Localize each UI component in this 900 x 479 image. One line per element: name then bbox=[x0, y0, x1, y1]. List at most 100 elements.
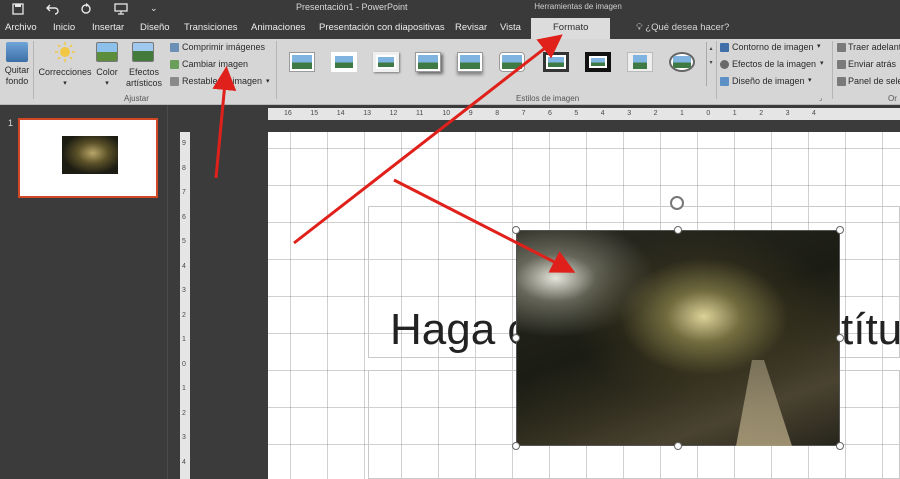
ruler-tick-label: 2 bbox=[653, 110, 658, 117]
separator bbox=[276, 41, 277, 99]
compress-pictures-icon[interactable] bbox=[170, 43, 179, 52]
remove-background-label-2[interactable]: fondo bbox=[4, 76, 30, 86]
selection-pane-button[interactable]: Panel de sele bbox=[848, 76, 900, 86]
title-placeholder-text: Haga c bbox=[390, 305, 530, 354]
thumbnail-image bbox=[62, 136, 118, 174]
title-bar: ⌄ Presentación1 - PowerPoint Herramienta… bbox=[0, 0, 900, 18]
picture-style-thumb[interactable] bbox=[457, 52, 483, 72]
color-button[interactable]: Color bbox=[92, 67, 122, 77]
remove-background-label-1[interactable]: Quitar bbox=[4, 65, 30, 75]
picture-style-thumb[interactable] bbox=[499, 52, 525, 72]
dialog-launcher-icon[interactable]: ⌟ bbox=[819, 94, 822, 102]
corrections-dropdown-icon[interactable]: ▾ bbox=[60, 79, 70, 87]
resize-handle[interactable] bbox=[512, 226, 520, 234]
ruler-tick-label: 2 bbox=[182, 311, 186, 319]
tab-insertar[interactable]: Insertar bbox=[92, 22, 124, 33]
corrections-button[interactable]: Correcciones bbox=[37, 67, 93, 77]
ruler-tick-label: 15 bbox=[310, 110, 319, 117]
reset-picture-button[interactable]: Restablecer imagen bbox=[182, 76, 262, 86]
present-from-start-icon[interactable] bbox=[114, 0, 128, 18]
artistic-effects-label-2[interactable]: artísticos bbox=[122, 78, 166, 88]
reset-picture-dropdown-icon[interactable]: ▾ bbox=[266, 77, 270, 85]
picture-border-icon[interactable] bbox=[720, 43, 729, 52]
picture-style-thumb[interactable] bbox=[415, 52, 441, 72]
save-icon[interactable] bbox=[12, 0, 24, 18]
ruler-tick-label: 4 bbox=[812, 110, 816, 117]
resize-handle[interactable] bbox=[512, 334, 520, 342]
change-picture-icon[interactable] bbox=[170, 60, 179, 69]
ruler-tick-label: 10 bbox=[442, 110, 451, 117]
ruler-tick-label: 6 bbox=[182, 213, 186, 221]
send-backward-icon[interactable] bbox=[837, 60, 846, 69]
ruler-tick-label: 5 bbox=[574, 110, 579, 117]
resize-handle[interactable] bbox=[674, 226, 682, 234]
tab-transiciones[interactable]: Transiciones bbox=[184, 22, 238, 33]
ruler-tick-label: 9 bbox=[468, 110, 473, 117]
rotate-handle-icon[interactable] bbox=[670, 196, 684, 210]
remove-background-icon[interactable] bbox=[6, 42, 28, 62]
slide-thumbnail[interactable] bbox=[18, 118, 158, 198]
color-icon[interactable] bbox=[96, 42, 118, 62]
tab-presentacion[interactable]: Presentación con diapositivas bbox=[319, 22, 445, 33]
tab-revisar[interactable]: Revisar bbox=[455, 22, 487, 33]
bring-forward-button[interactable]: Traer adelant bbox=[848, 42, 900, 52]
picture-style-thumb[interactable] bbox=[289, 52, 315, 72]
ruler-tick-label: 3 bbox=[785, 110, 790, 117]
picture-style-thumb[interactable] bbox=[373, 52, 399, 72]
resize-handle[interactable] bbox=[512, 442, 520, 450]
ruler-tick-label: 8 bbox=[495, 110, 500, 117]
tab-formato[interactable]: Formato bbox=[531, 18, 611, 39]
title-placeholder-text-right: títu bbox=[841, 305, 900, 354]
corrections-icon[interactable] bbox=[54, 42, 76, 62]
compress-pictures-button[interactable]: Comprimir imágenes bbox=[182, 42, 265, 52]
lightbulb-icon: 💡︎ bbox=[636, 22, 643, 33]
picture-style-thumb[interactable] bbox=[627, 52, 653, 72]
separator bbox=[832, 41, 833, 99]
customize-qat-icon[interactable]: ⌄ bbox=[150, 0, 158, 18]
ruler-tick-label: 1 bbox=[182, 336, 186, 343]
selection-pane-icon[interactable] bbox=[837, 77, 846, 86]
resize-handle[interactable] bbox=[674, 442, 682, 450]
ruler-tick-label: 3 bbox=[182, 434, 186, 441]
send-backward-button[interactable]: Enviar atrás bbox=[848, 59, 896, 69]
redo-icon[interactable] bbox=[80, 0, 92, 18]
artistic-effects-label-1[interactable]: Efectos bbox=[122, 67, 166, 77]
resize-handle[interactable] bbox=[836, 442, 844, 450]
picture-style-thumb[interactable] bbox=[331, 52, 357, 72]
reset-picture-icon[interactable] bbox=[170, 77, 179, 86]
undo-icon[interactable] bbox=[46, 0, 60, 18]
picture-style-thumb[interactable] bbox=[543, 52, 569, 72]
picture-layout-button[interactable]: Diseño de imagen bbox=[732, 76, 805, 86]
picture-effects-icon[interactable] bbox=[720, 60, 729, 69]
tell-me-label: ¿Qué desea hacer? bbox=[645, 22, 730, 33]
tab-animaciones[interactable]: Animaciones bbox=[251, 22, 305, 33]
bring-forward-icon[interactable] bbox=[837, 43, 846, 52]
tab-inicio[interactable]: Inicio bbox=[53, 22, 75, 33]
picture-tools-context-label: Herramientas de imagen bbox=[531, 0, 625, 18]
picture-effects-dropdown-icon[interactable]: ▾ bbox=[820, 59, 824, 67]
ruler-tick-label: 1 bbox=[680, 110, 684, 117]
ruler-tick-label: 3 bbox=[182, 287, 186, 294]
resize-handle[interactable] bbox=[836, 226, 844, 234]
selected-picture[interactable] bbox=[516, 230, 840, 446]
picture-style-thumb[interactable] bbox=[585, 52, 611, 72]
artistic-effects-icon[interactable] bbox=[132, 42, 154, 62]
ruler-tick-label: 3 bbox=[627, 110, 632, 117]
picture-border-button[interactable]: Contorno de imagen bbox=[732, 42, 814, 52]
color-dropdown-icon[interactable]: ▾ bbox=[102, 79, 112, 87]
tab-vista[interactable]: Vista bbox=[500, 22, 521, 33]
change-picture-button[interactable]: Cambiar imagen bbox=[182, 59, 248, 69]
tell-me-search[interactable]: 💡︎ ¿Qué desea hacer? bbox=[636, 22, 729, 33]
gallery-scroll[interactable]: ▴ ▾ bbox=[706, 42, 715, 86]
ruler-tick-label: 14 bbox=[336, 110, 345, 117]
separator bbox=[33, 41, 34, 99]
picture-layout-icon[interactable] bbox=[720, 77, 729, 86]
tab-diseno[interactable]: Diseño bbox=[140, 22, 170, 33]
picture-effects-button[interactable]: Efectos de la imagen bbox=[732, 59, 816, 69]
picture-style-thumb[interactable] bbox=[669, 52, 695, 72]
picture-layout-dropdown-icon[interactable]: ▾ bbox=[808, 76, 812, 84]
tab-archivo[interactable]: Archivo bbox=[5, 22, 37, 33]
ribbon: Quitar fondo Correcciones ▾ Color ▾ Efec… bbox=[0, 39, 900, 105]
picture-border-dropdown-icon[interactable]: ▾ bbox=[817, 42, 821, 50]
resize-handle[interactable] bbox=[836, 334, 844, 342]
